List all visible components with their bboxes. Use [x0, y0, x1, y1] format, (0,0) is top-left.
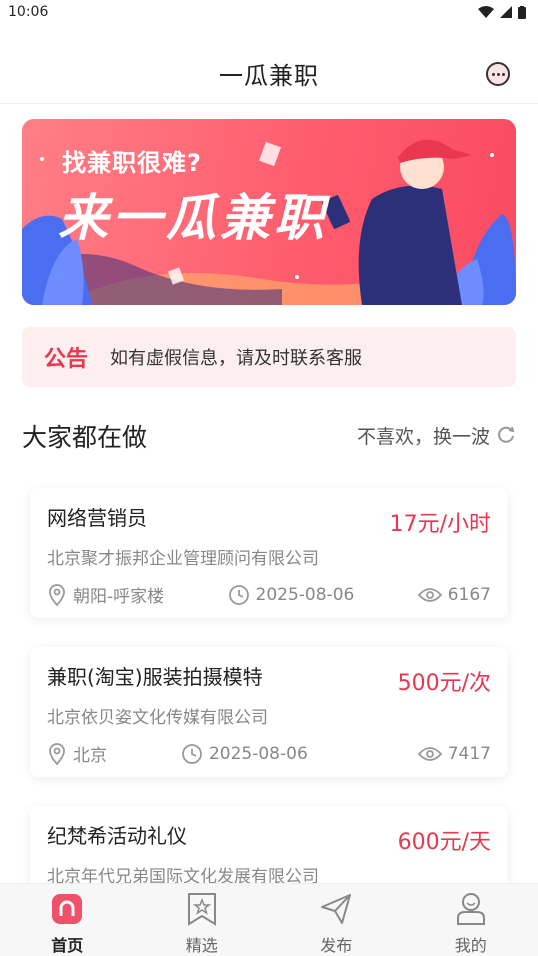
signal-icon: [500, 6, 512, 18]
tab-featured-label: 精选: [185, 936, 218, 955]
job-price: 500元/次: [397, 671, 491, 696]
status-bar: 10:06: [0, 0, 538, 24]
bottom-tab-bar: 首页 精选 发布 我的: [0, 883, 538, 956]
eye-icon: [417, 587, 442, 602]
job-date-text: 2025-08-06: [255, 584, 355, 605]
app-bar: 一瓜兼职: [0, 44, 538, 104]
notice-text: 如有虚假信息，请及时联系客服: [110, 348, 363, 369]
message-button[interactable]: [486, 62, 510, 86]
eye-icon: [417, 746, 442, 761]
job-location: 朝阳-呼家楼: [47, 582, 164, 607]
tab-profile-label: 我的: [454, 936, 487, 955]
job-date: 2025-08-06: [228, 584, 355, 606]
section-title: 大家都在做: [22, 423, 148, 452]
battery-icon: [518, 5, 526, 19]
job-price: 600元/天: [397, 830, 491, 855]
home-icon: [52, 892, 83, 926]
status-time: 10:06: [8, 4, 49, 20]
tab-home[interactable]: 首页: [0, 884, 135, 956]
job-views: 6167: [417, 584, 491, 605]
refresh-label: 不喜欢，换一波: [356, 426, 490, 448]
job-views: 7417: [417, 743, 491, 764]
job-title: 网络营销员: [47, 506, 147, 530]
refresh-button[interactable]: 不喜欢，换一波: [357, 422, 516, 449]
tab-publish[interactable]: 发布: [269, 884, 404, 956]
tab-publish-label: 发布: [320, 936, 353, 955]
job-title: 兼职(淘宝)服装拍摄模特: [47, 665, 263, 689]
job-title: 纪梵希活动礼仪: [47, 824, 187, 848]
tab-home-label: 首页: [51, 936, 84, 955]
bookmark-star-icon: [187, 892, 217, 926]
location-pin-icon: [49, 583, 65, 606]
job-card[interactable]: 兼职(淘宝)服装拍摄模特 500元/次 北京依贝姿文化传媒有限公司 北京 202…: [30, 647, 508, 777]
notice-bar[interactable]: 公告 如有虚假信息，请及时联系客服: [22, 327, 516, 387]
job-meta: 朝阳-呼家楼 2025-08-06 6167: [47, 582, 491, 607]
page-title: 一瓜兼职: [219, 62, 319, 90]
message-dot-icon: [501, 72, 505, 76]
job-date-text: 2025-08-06: [208, 743, 308, 764]
clock-icon: [228, 584, 249, 605]
banner-subtitle: 找兼职很难?: [62, 149, 202, 177]
status-icons: [478, 5, 526, 19]
job-location-text: 北京: [73, 746, 107, 766]
send-icon: [320, 892, 352, 926]
job-card[interactable]: 网络营销员 17元/小时 北京聚才振邦企业管理顾问有限公司 朝阳-呼家楼 202…: [30, 488, 508, 618]
job-meta: 北京 2025-08-06 7417: [47, 741, 491, 766]
job-views-text: 6167: [447, 584, 491, 605]
job-date: 2025-08-06: [181, 743, 308, 765]
refresh-icon: [498, 426, 515, 443]
tab-profile[interactable]: 我的: [404, 884, 538, 956]
notice-tag: 公告: [44, 347, 89, 372]
job-location: 北京: [47, 741, 107, 766]
message-dot-icon: [491, 72, 495, 76]
banner-headline: 来一瓜兼职: [58, 189, 328, 247]
tab-featured[interactable]: 精选: [135, 884, 270, 956]
wifi-icon: [478, 6, 494, 18]
job-company: 北京依贝姿文化传媒有限公司: [47, 708, 268, 728]
job-company: 北京聚才振邦企业管理顾问有限公司: [47, 549, 319, 569]
user-icon: [455, 892, 487, 926]
job-views-text: 7417: [447, 743, 491, 764]
clock-icon: [182, 743, 202, 764]
message-dot-icon: [496, 72, 500, 76]
job-price: 17元/小时: [389, 512, 491, 537]
job-location-text: 朝阳-呼家楼: [73, 587, 165, 607]
location-pin-icon: [49, 742, 65, 765]
